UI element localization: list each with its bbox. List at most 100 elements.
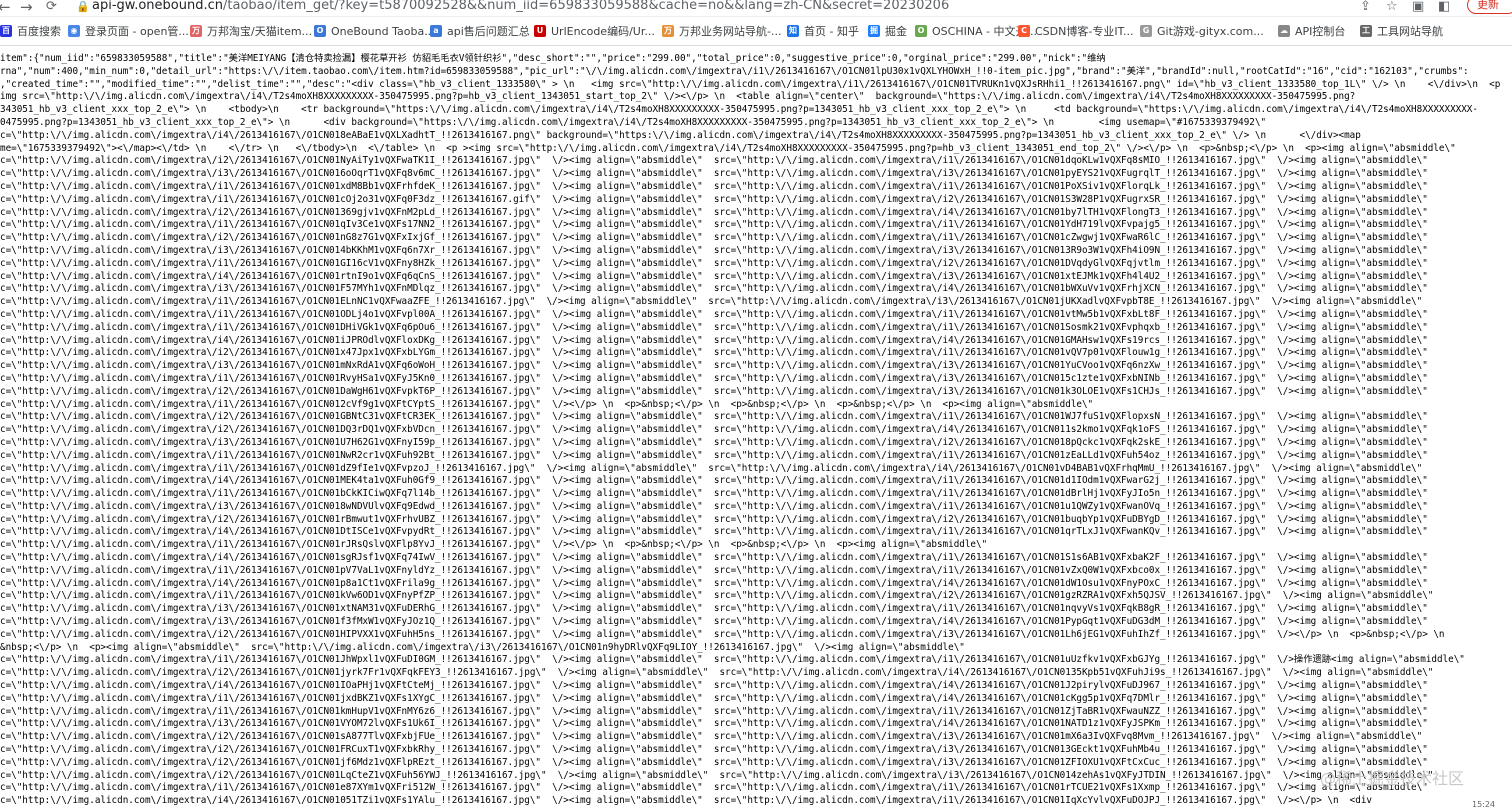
response-line: c=\"http:\/\/img.alicdn.com\/imgextra\/i… <box>0 705 1428 717</box>
bookmark-item[interactable]: 万万邦淘宝/天猫item... <box>190 22 312 40</box>
forward-arrow-icon[interactable]: → <box>20 0 33 16</box>
bookmark-item[interactable]: C CSDN博客-专业IT... <box>1018 22 1133 40</box>
bookmark-label: 百度搜索 <box>17 25 61 38</box>
response-line: c=\"http:\/\/img.alicdn.com\/imgextra\/i… <box>0 219 1428 231</box>
response-line: c=\"http:\/\/img.alicdn.com\/imgextra\/i… <box>0 360 1428 372</box>
response-line: c=\"http:\/\/img.alicdn.com\/imgextra\/i… <box>0 718 1428 730</box>
response-line: c=\"http:\/\/img.alicdn.com\/imgextra\/i… <box>0 462 1423 474</box>
response-line: c=\"http:\/\/img.alicdn.com\/imgextra\/i… <box>0 488 1428 500</box>
bookmark-favicon-icon: 百 <box>0 25 12 37</box>
bookmark-label: API控制台 <box>1295 25 1346 38</box>
response-line: c=\"http:\/\/img.alicdn.com\/imgextra\/i… <box>0 244 1428 256</box>
update-button[interactable]: 更新 <box>1467 0 1512 14</box>
bookmark-favicon-icon: C <box>1018 25 1030 37</box>
bookmark-label: 首页 - 知乎 <box>804 25 859 38</box>
bookmark-favicon-icon: O <box>314 25 326 37</box>
bookmark-item[interactable]: O OneBound Taoba... <box>314 22 435 40</box>
response-line: ,"created_time":"","modified_time":"","d… <box>0 78 1501 90</box>
response-line: c=\"http:\/\/img.alicdn.com\/imgextra\/i… <box>0 526 1428 538</box>
bookmark-label: UrlEncode编码/Ur... <box>551 25 655 38</box>
site-watermark: @稀土掘金技术社区 <box>1320 769 1465 788</box>
bookmark-favicon-icon: 知 <box>787 25 799 37</box>
response-line: c=\"http:\/\/img.alicdn.com\/imgextra\/i… <box>0 398 1094 410</box>
response-line: c=\"http:\/\/img.alicdn.com\/imgextra\/i… <box>0 129 1361 141</box>
bookmark-item[interactable]: G Git游戏-gityx.com... <box>1140 22 1264 40</box>
response-line: c=\"http:\/\/img.alicdn.com\/imgextra\/i… <box>0 270 1428 282</box>
bookmark-favicon-icon: 万 <box>190 25 202 37</box>
response-line: c=\"http:\/\/img.alicdn.com\/imgextra\/i… <box>0 296 1423 308</box>
response-line: c=\"http:\/\/img.alicdn.com\/imgextra\/i… <box>0 513 1428 525</box>
bookmark-favicon-icon: 掘 <box>868 25 880 37</box>
response-line: c=\"http:\/\/img.alicdn.com\/imgextra\/i… <box>0 731 1423 743</box>
browser-toolbar: ← → ⟳ 🔒 api-gw.onebound.cn/taobao/item_g… <box>0 0 1512 17</box>
response-line: c=\"http:\/\/img.alicdn.com\/imgextra\/i… <box>0 411 1428 423</box>
response-line: c=\"http:\/\/img.alicdn.com\/imgextra\/i… <box>0 564 1428 576</box>
bookmark-item[interactable]: a api售后问题汇总 <box>430 22 530 40</box>
bookmark-item[interactable]: 工工具网站导航 <box>1360 22 1443 40</box>
bookmark-favicon-icon: G <box>1140 25 1152 37</box>
response-line: c=\"http:\/\/img.alicdn.com\/imgextra\/i… <box>0 193 1428 205</box>
back-arrow-icon[interactable]: ← <box>0 0 11 16</box>
json-response-text: item":{"num_iid":"659833059588","title":… <box>0 53 1512 808</box>
bookmark-label: 万邦淘宝/天猫item... <box>207 25 313 38</box>
response-line: c=\"http:\/\/img.alicdn.com\/imgextra\/i… <box>0 667 1434 679</box>
response-line: c=\"http:\/\/img.alicdn.com\/imgextra\/i… <box>0 385 1428 397</box>
response-line: c=\"http:\/\/img.alicdn.com\/imgextra\/i… <box>0 692 1428 704</box>
bookmark-item[interactable]: ◉ 登录页面 - open管... <box>68 22 189 40</box>
bookmark-favicon-icon: a <box>430 25 442 37</box>
response-line: c=\"http:\/\/img.alicdn.com\/imgextra\/i… <box>0 654 1465 666</box>
response-line: c=\"http:\/\/img.alicdn.com\/imgextra\/i… <box>0 795 1372 807</box>
extension-icon[interactable]: ▣ <box>1412 0 1424 16</box>
lock-icon[interactable]: 🔒 <box>76 0 90 16</box>
response-line: c=\"http:\/\/img.alicdn.com\/imgextra\/i… <box>0 168 1428 180</box>
bookmark-item[interactable]: ☁ API控制台 <box>1278 22 1345 40</box>
address-bar[interactable]: api-gw.onebound.cn/taobao/item_get/?key=… <box>92 0 949 16</box>
response-line: c=\"http:\/\/img.alicdn.com\/imgextra\/i… <box>0 180 1428 192</box>
bookmark-item[interactable]: 掘掘金 <box>868 22 907 40</box>
json-response-view: item":{"num_iid":"659833059588","title":… <box>0 53 1512 808</box>
url-host: api-gw.onebound.cn <box>92 0 223 13</box>
bookmark-label: api售后问题汇总 <box>447 25 530 38</box>
bookmark-favicon-icon: 工 <box>1360 25 1372 37</box>
response-line: c=\"http:\/\/img.alicdn.com\/imgextra\/i… <box>0 155 1428 167</box>
bookmark-label: 登录页面 - open管... <box>85 25 189 38</box>
response-line: &nbsp;<\/p> \n <p><img align=\"absmiddle… <box>0 641 965 653</box>
bookmark-item[interactable]: 万万邦业务网站导航-... <box>662 22 781 40</box>
reload-icon[interactable]: ⟳ <box>46 0 57 16</box>
bookmark-label: OneBound Taoba... <box>331 24 435 38</box>
share-icon[interactable]: ⇪ <box>1360 0 1371 16</box>
response-line: c=\"http:\/\/img.alicdn.com\/imgextra\/i… <box>0 628 1445 640</box>
response-line: c=\"http:\/\/img.alicdn.com\/imgextra\/i… <box>0 449 1428 461</box>
bookmark-item[interactable]: 知首页 - 知乎 <box>787 22 859 40</box>
response-line: c=\"http:\/\/img.alicdn.com\/imgextra\/i… <box>0 500 1428 512</box>
bookmark-label: 工具网站导航 <box>1377 25 1443 38</box>
response-line: c=\"http:\/\/img.alicdn.com\/imgextra\/i… <box>0 321 1428 333</box>
star-icon[interactable]: ☆ <box>1386 0 1398 16</box>
bookmarks-bar: 百百度搜索 ◉ 登录页面 - open管... 万万邦淘宝/天猫item... O One… <box>0 17 1512 46</box>
response-line: c=\"http:\/\/img.alicdn.com\/imgextra\/i… <box>0 590 1434 602</box>
bookmark-favicon-icon: ☁ <box>1278 25 1290 37</box>
bookmark-label: Git游戏-gityx.com... <box>1157 25 1264 38</box>
response-line: c=\"http:\/\/img.alicdn.com\/imgextra\/i… <box>0 616 1428 628</box>
sidebar-icon[interactable]: ◧ <box>1438 0 1450 16</box>
response-line: 343051_hb_v3_client_xxx_top_2_e\"> \n <t… <box>0 104 1478 116</box>
response-line: 0475995.png?p=1343051_hb_v3_client_xxx_t… <box>0 116 1267 128</box>
response-line: c=\"http:\/\/img.alicdn.com\/imgextra\/i… <box>0 283 1428 295</box>
response-line: c=\"http:\/\/img.alicdn.com\/imgextra\/i… <box>0 424 1428 436</box>
response-line: c=\"http:\/\/img.alicdn.com\/imgextra\/i… <box>0 436 1428 448</box>
response-line: c=\"http:\/\/img.alicdn.com\/imgextra\/i… <box>0 552 1428 564</box>
response-line: item":{"num_iid":"659833059588","title":… <box>0 53 1106 64</box>
response-line: c=\"http:\/\/img.alicdn.com\/imgextra\/i… <box>0 308 1428 320</box>
response-line: c=\"http:\/\/img.alicdn.com\/imgextra\/i… <box>0 577 1428 589</box>
bookmark-label: 万邦业务网站导航-... <box>679 25 782 38</box>
response-line: c=\"http:\/\/img.alicdn.com\/imgextra\/i… <box>0 744 1428 756</box>
response-line: c=\"http:\/\/img.alicdn.com\/imgextra\/i… <box>0 680 1428 692</box>
bookmark-item[interactable]: U UrlEncode编码/Ur... <box>534 22 655 40</box>
response-line: c=\"http:\/\/img.alicdn.com\/imgextra\/i… <box>0 603 1428 615</box>
response-line: c=\"http:\/\/img.alicdn.com\/imgextra\/i… <box>0 782 1428 794</box>
response-line: c=\"http:\/\/img.alicdn.com\/imgextra\/i… <box>0 347 1428 359</box>
url-path: /taobao/item_get/?key=t5870092528&&num_i… <box>223 0 950 13</box>
response-line: c=\"http:\/\/img.alicdn.com\/imgextra\/i… <box>0 232 1428 244</box>
bookmark-item[interactable]: 百百度搜索 <box>0 22 61 40</box>
response-line: c=\"http:\/\/img.alicdn.com\/imgextra\/i… <box>0 372 1428 384</box>
